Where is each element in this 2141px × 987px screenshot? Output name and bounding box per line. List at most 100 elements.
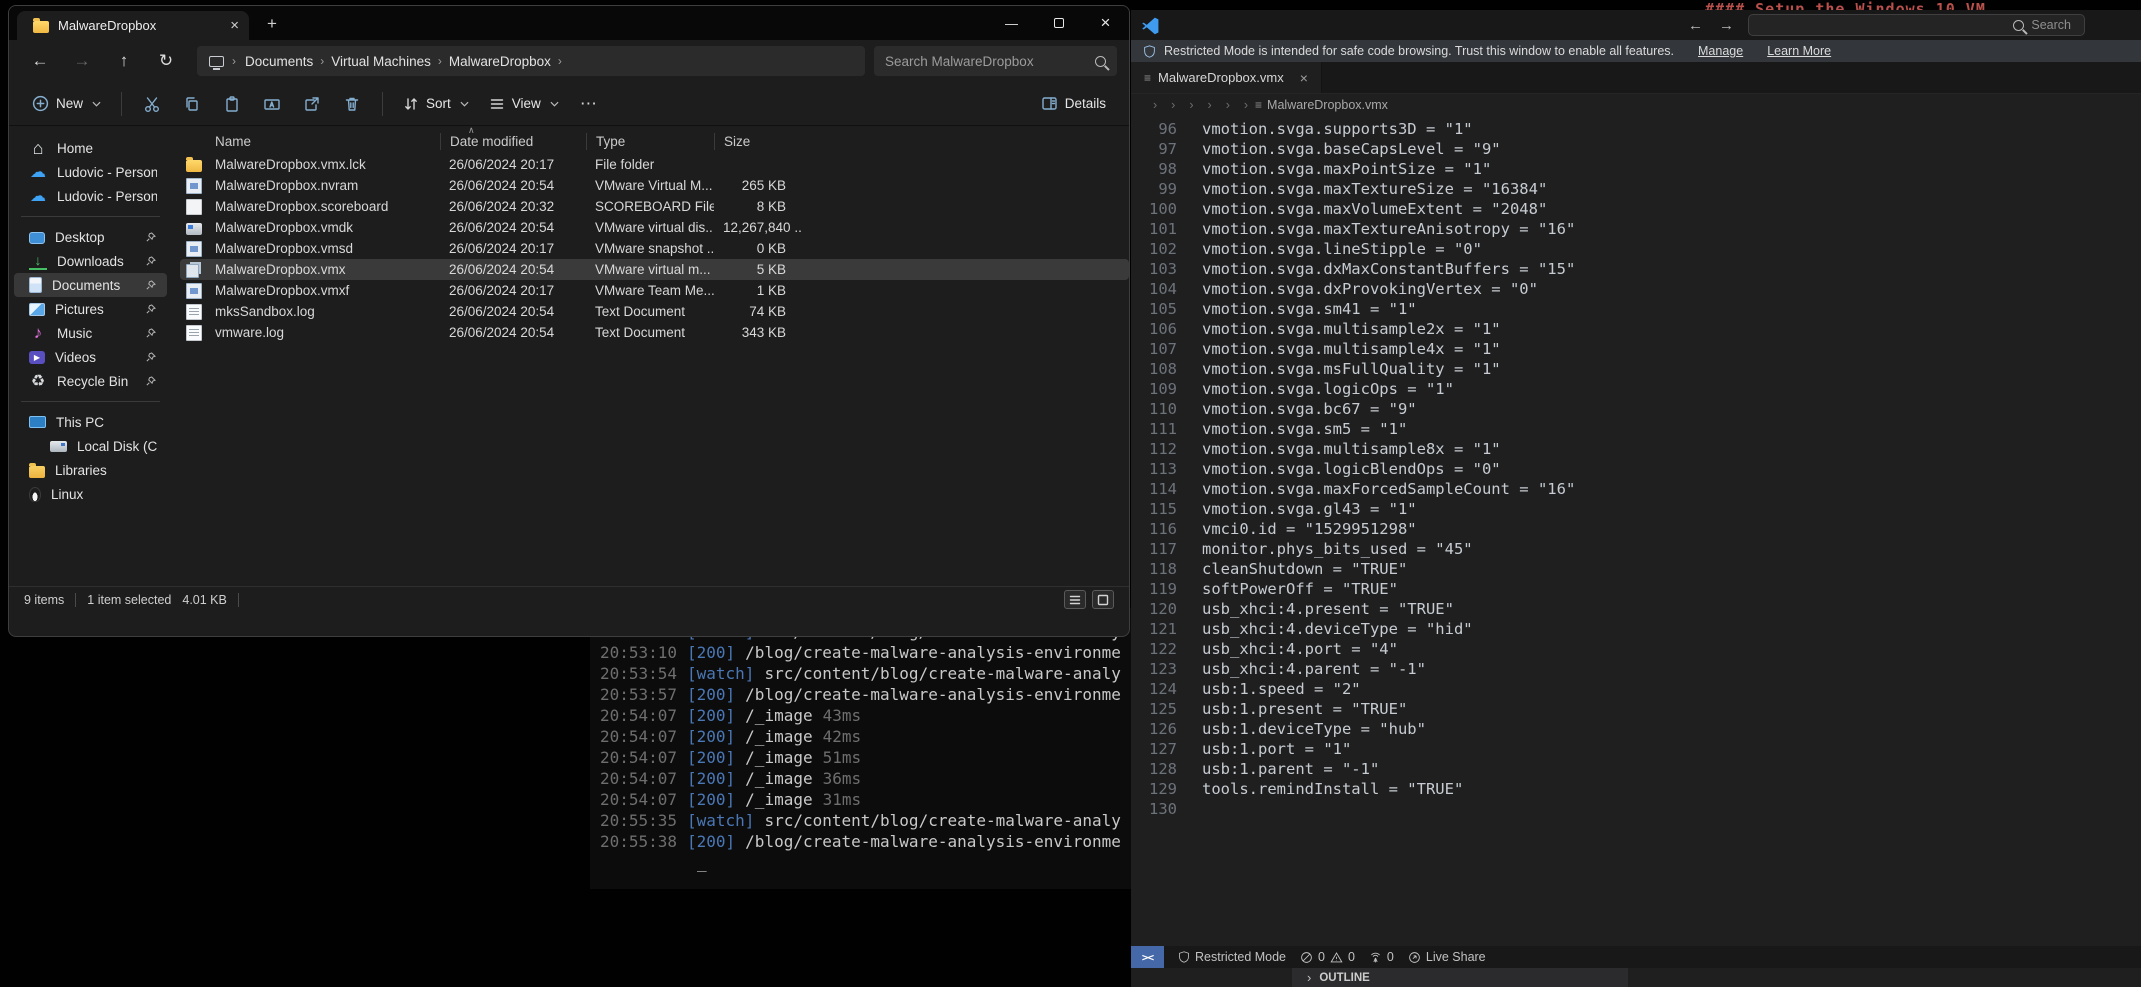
sidebar-item[interactable]: Documents	[14, 273, 167, 297]
breadcrumb-file[interactable]: ≡ MalwareDropbox.vmx	[1255, 98, 1388, 112]
ports-status[interactable]: 0	[1369, 950, 1394, 964]
tab-close-icon[interactable]: ×	[1300, 70, 1308, 86]
file-row[interactable]: MalwareDropbox.vmx.lck 26/06/2024 20:17 …	[180, 154, 1129, 175]
breadcrumb-item[interactable]: MalwareDropbox	[442, 54, 558, 69]
learn-more-link[interactable]: Learn More	[1767, 44, 1831, 58]
log-status-tag: [200]	[687, 727, 735, 746]
file-row[interactable]: vmware.log 26/06/2024 20:54 Text Documen…	[180, 322, 1129, 343]
forward-button[interactable]: →	[63, 46, 101, 76]
up-button[interactable]: ↑	[105, 46, 143, 76]
breadcrumb-item[interactable]	[1146, 98, 1164, 112]
maximize-button[interactable]	[1035, 6, 1082, 40]
sidebar-item[interactable]: Local Disk (C:)	[14, 434, 167, 458]
view-button[interactable]: View	[480, 90, 568, 118]
back-button[interactable]: ←	[21, 46, 59, 76]
breadcrumb-file-label: MalwareDropbox.vmx	[1267, 98, 1388, 112]
refresh-button[interactable]: ↻	[147, 46, 185, 76]
sidebar-item[interactable]: Home	[14, 136, 167, 160]
nav-forward-icon[interactable]: →	[1719, 17, 1734, 34]
file-row[interactable]: MalwareDropbox.nvram 26/06/2024 20:54 VM…	[180, 175, 1129, 196]
line-number: 125	[1131, 699, 1177, 719]
sidebar-item[interactable]: Music	[14, 321, 167, 345]
sidebar-item[interactable]: Pictures	[14, 297, 167, 321]
editor-tab[interactable]: ≡ MalwareDropbox.vmx ×	[1131, 62, 1322, 93]
address-bar[interactable]: › Documents › Virtual Machines › Malware…	[197, 46, 865, 76]
file-row[interactable]: MalwareDropbox.vmx 26/06/2024 20:54 VMwa…	[180, 259, 1129, 280]
share-button[interactable]	[293, 88, 331, 120]
sidebar-item[interactable]: Downloads	[14, 249, 167, 273]
live-share-status[interactable]: Live Share	[1408, 950, 1486, 964]
breadcrumb-item[interactable]	[1219, 98, 1237, 112]
sidebar-item[interactable]: This PC	[14, 410, 167, 434]
breadcrumb-item[interactable]	[1164, 98, 1182, 112]
details-pane-button[interactable]: Details	[1032, 89, 1115, 118]
breadcrumb-item[interactable]	[1237, 98, 1255, 112]
line-text: vmotion.svga.msFullQuality = "1"	[1177, 359, 1501, 379]
column-header-modified[interactable]: Date modified	[440, 133, 586, 150]
file-list-pane: Name Date modified Type Size ∧ MalwareDr…	[172, 126, 1129, 586]
file-row[interactable]: MalwareDropbox.vmsd 26/06/2024 20:17 VMw…	[180, 238, 1129, 259]
large-icons-view-toggle[interactable]	[1092, 590, 1114, 609]
rename-button[interactable]	[253, 88, 291, 120]
copy-button[interactable]	[173, 88, 211, 120]
sidebar-item[interactable]: Desktop	[14, 225, 167, 249]
sort-button[interactable]: Sort	[394, 90, 478, 118]
log-message: /_image	[745, 790, 812, 809]
code-line: 125 usb:1.present = "TRUE"	[1131, 699, 2141, 719]
outline-section-header[interactable]: › OUTLINE	[1292, 968, 1628, 987]
vscode-search-box[interactable]: Search	[1748, 14, 2085, 36]
sidebar-item[interactable]: Videos	[14, 345, 167, 369]
terminal-window[interactable]: [watch]src/content/blog/create-malware-a…	[590, 608, 1136, 889]
sidebar-item[interactable]: Ludovic - Personal	[14, 184, 167, 208]
file-row[interactable]: MalwareDropbox.vmdk 26/06/2024 20:54 VMw…	[180, 217, 1129, 238]
line-number: 130	[1131, 799, 1177, 819]
chevron-down-icon	[92, 101, 101, 107]
restricted-mode-status[interactable]: Restricted Mode	[1178, 950, 1286, 964]
line-text: vmotion.svga.multisample4x = "1"	[1177, 339, 1501, 359]
nav-back-icon[interactable]: ←	[1688, 17, 1703, 34]
sidebar-item[interactable]: Ludovic - Personal	[14, 160, 167, 184]
line-number: 114	[1131, 479, 1177, 499]
column-header-size[interactable]: Size	[714, 133, 802, 150]
sidebar-item[interactable]: Linux	[14, 482, 167, 506]
line-text: usb_xhci:4.parent = "-1"	[1177, 659, 1426, 679]
new-tab-button[interactable]: +	[267, 14, 277, 34]
cut-button[interactable]	[133, 88, 171, 120]
sidebar-item-icon	[29, 139, 47, 157]
tab-close-icon[interactable]: ×	[230, 17, 239, 34]
paste-button[interactable]	[213, 88, 251, 120]
editor-tab-bar: ≡ MalwareDropbox.vmx ×	[1131, 62, 2141, 94]
new-button[interactable]: New	[23, 89, 110, 118]
sidebar-item[interactable]: Libraries	[14, 458, 167, 482]
sidebar-item[interactable]	[21, 216, 160, 217]
line-number: 113	[1131, 459, 1177, 479]
log-status-tag: [watch]	[687, 664, 754, 683]
line-text: vmotion.svga.gl43 = "1"	[1177, 499, 1417, 519]
column-header-name[interactable]: Name	[206, 134, 440, 149]
code-editor[interactable]: 96 vmotion.svga.supports3D = "1" 97 vmot…	[1131, 116, 2141, 819]
terminal-log-line: 20:53:10[200]/blog/create-malware-analys…	[600, 642, 1136, 663]
more-options-button[interactable]: ⋯	[570, 88, 608, 120]
breadcrumb-item[interactable]	[1201, 98, 1219, 112]
sidebar-item[interactable]: Recycle Bin	[14, 369, 167, 393]
breadcrumb-item[interactable]: Virtual Machines	[324, 54, 438, 69]
minimize-button[interactable]: —	[988, 6, 1035, 40]
problems-status[interactable]: 0 0	[1300, 950, 1355, 964]
file-row[interactable]: mksSandbox.log 26/06/2024 20:54 Text Doc…	[180, 301, 1129, 322]
manage-link[interactable]: Manage	[1698, 44, 1743, 58]
file-row[interactable]: MalwareDropbox.vmxf 26/06/2024 20:17 VMw…	[180, 280, 1129, 301]
column-header-type[interactable]: Type	[586, 133, 714, 150]
explorer-search-box[interactable]: Search MalwareDropbox	[874, 46, 1117, 76]
window-controls: — ×	[988, 6, 1129, 40]
breadcrumb-item[interactable]	[1182, 98, 1200, 112]
explorer-tab[interactable]: MalwareDropbox ×	[17, 11, 249, 40]
close-button[interactable]: ×	[1082, 6, 1129, 40]
delete-button[interactable]	[333, 88, 371, 120]
selection-count: 1 item selected	[87, 593, 171, 607]
file-row[interactable]: MalwareDropbox.scoreboard 26/06/2024 20:…	[180, 196, 1129, 217]
breadcrumb-item[interactable]: Documents	[238, 54, 320, 69]
plus-circle-icon	[32, 95, 49, 112]
sidebar-item[interactable]	[21, 401, 160, 402]
details-view-toggle[interactable]	[1064, 590, 1086, 609]
remote-indicator[interactable]: ><	[1131, 946, 1164, 968]
